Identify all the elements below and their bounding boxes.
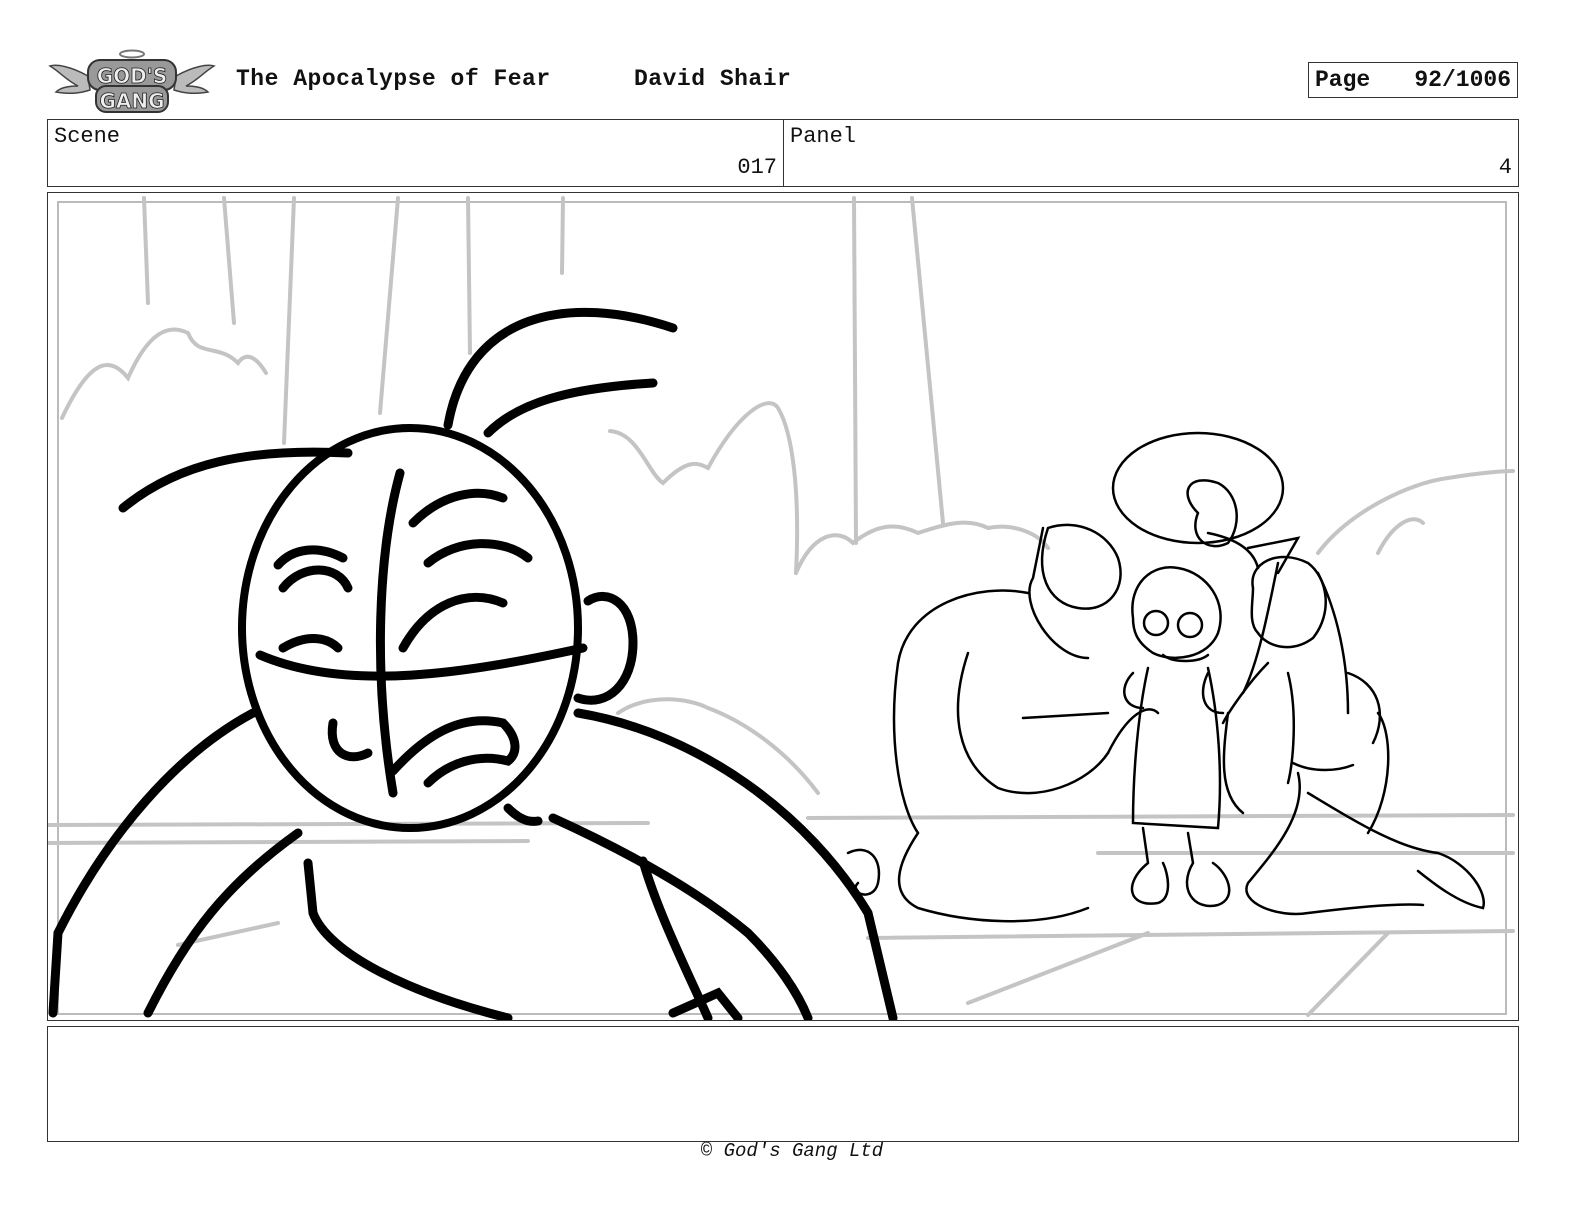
scene-panel-bar: Scene 017 Panel 4 bbox=[47, 119, 1519, 187]
author-name: David Shair bbox=[634, 66, 792, 92]
page-number: 92/1006 bbox=[1414, 67, 1511, 93]
panel-sketch bbox=[48, 196, 1515, 1020]
svg-text:GOD'S: GOD'S bbox=[97, 64, 168, 88]
background-sketch bbox=[48, 196, 1515, 1017]
panel-number: 4 bbox=[1498, 155, 1512, 180]
notes-box bbox=[47, 1026, 1519, 1142]
gods-gang-logo: GOD'S GANG bbox=[48, 49, 216, 113]
scene-label: Scene bbox=[54, 124, 121, 149]
page-indicator: Page 92/1006 bbox=[1308, 62, 1518, 98]
svg-text:GANG: GANG bbox=[99, 89, 164, 113]
copyright-footer: © God's Gang Ltd bbox=[700, 1140, 884, 1162]
scene-cell: Scene 017 bbox=[48, 120, 784, 186]
panel-label: Panel bbox=[790, 124, 857, 149]
page-label: Page bbox=[1315, 67, 1371, 93]
scene-number: 017 bbox=[737, 155, 777, 180]
panel-cell: Panel 4 bbox=[784, 120, 1518, 186]
storyboard-panel bbox=[47, 192, 1519, 1021]
storyboard-title: The Apocalypse of Fear bbox=[236, 66, 551, 92]
foreground-character bbox=[48, 307, 898, 1020]
